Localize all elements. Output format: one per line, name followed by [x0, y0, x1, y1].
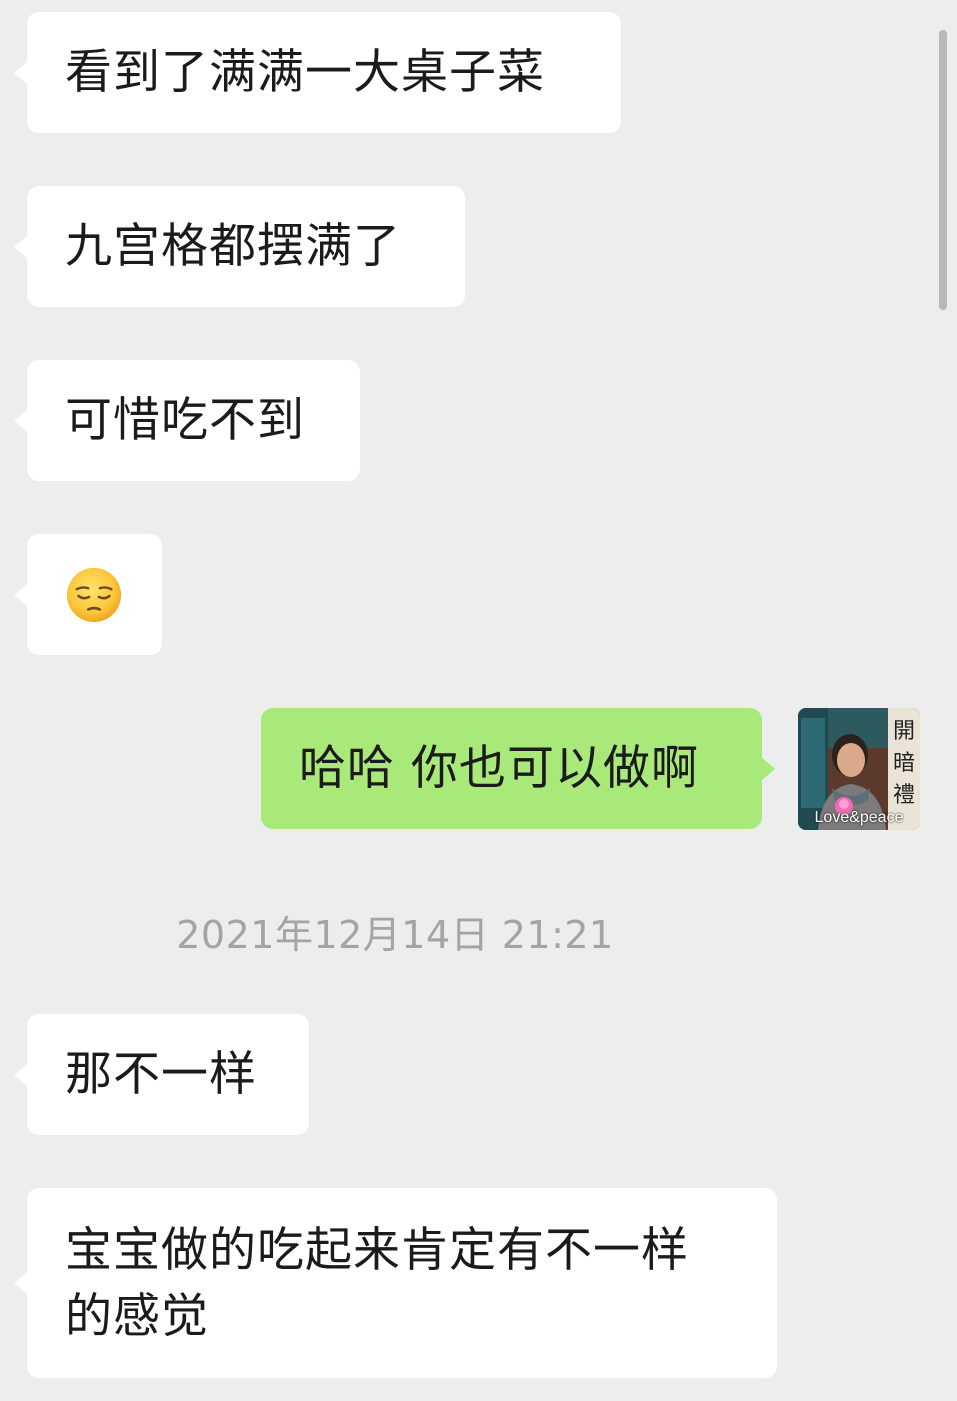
- message-bubble-incoming[interactable]: 九宫格都摆满了: [14, 186, 465, 307]
- message-text: 那不一样: [65, 1046, 257, 1102]
- message-text: 九宫格都摆满了: [65, 218, 401, 274]
- message-text: 宝宝做的吃起来肯定有不一样 的感觉: [65, 1218, 689, 1350]
- pensive-face-emoji: [66, 567, 122, 622]
- avatar-caption: Love&peace: [814, 809, 904, 826]
- svg-text:禮: 禮: [893, 783, 915, 808]
- message-text: 哈哈 你也可以做啊: [299, 740, 699, 796]
- message-bubble-incoming[interactable]: 宝宝做的吃起来肯定有不一样 的感觉: [14, 1188, 777, 1378]
- message-bubble-incoming[interactable]: 那不一样: [14, 1014, 309, 1135]
- message-text-line: 的感觉: [65, 1289, 209, 1344]
- message-bubble-outgoing[interactable]: 哈哈 你也可以做啊: [261, 708, 775, 829]
- message-bubble-incoming[interactable]: 看到了满满一大桌子菜: [14, 12, 621, 133]
- svg-text:暗: 暗: [893, 751, 915, 776]
- message-bubble-incoming[interactable]: 可惜吃不到: [14, 360, 360, 481]
- avatar[interactable]: 開 暗 禮 Love&peace: [798, 708, 920, 830]
- timestamp: 2021年12月14日 21:21: [176, 913, 614, 957]
- message-text: 看到了满满一大桌子菜: [65, 44, 545, 100]
- message-bubble-incoming[interactable]: [14, 534, 162, 655]
- message-text-line: 宝宝做的吃起来肯定有不一样: [65, 1223, 689, 1278]
- svg-text:開: 開: [893, 719, 915, 744]
- scrollbar[interactable]: [939, 30, 947, 310]
- message-text: 可惜吃不到: [65, 392, 305, 448]
- chat-window: 看到了满满一大桌子菜 九宫格都摆满了 可惜吃不到 哈哈 你也可以做啊 開 暗 禮…: [0, 0, 957, 1401]
